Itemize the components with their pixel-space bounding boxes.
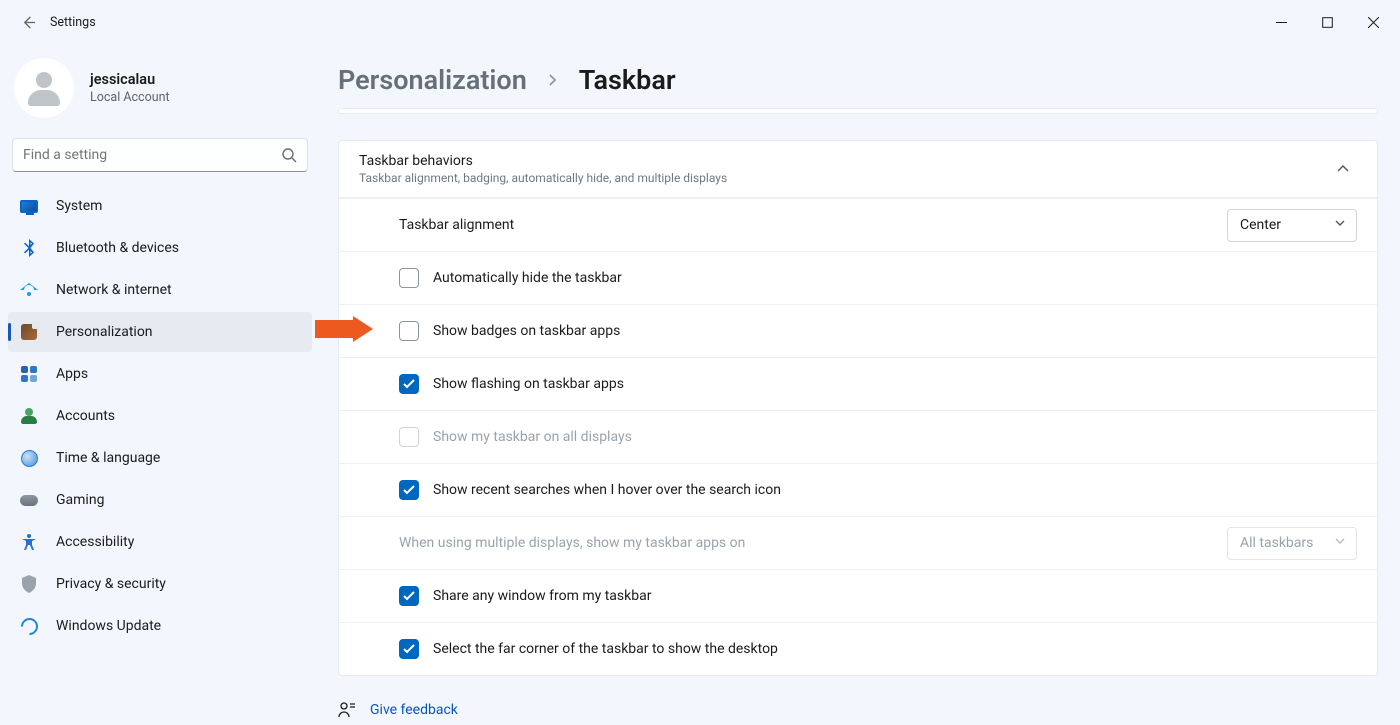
gaming-icon xyxy=(20,491,38,509)
profile-block[interactable]: jessicalau Local Account xyxy=(6,48,314,138)
row-show-taskbar-all-displays: Show my taskbar on all displays xyxy=(339,410,1377,463)
profile-text: jessicalau Local Account xyxy=(90,71,170,105)
update-icon xyxy=(20,617,38,635)
row-label: Show recent searches when I hover over t… xyxy=(433,482,781,498)
nav-item-personalization[interactable]: Personalization xyxy=(8,312,312,352)
collapsed-card-above xyxy=(338,108,1378,114)
checkbox[interactable] xyxy=(399,374,419,394)
shell: jessicalau Local Account System Blue xyxy=(0,44,1400,725)
nav-label: Personalization xyxy=(56,324,153,340)
breadcrumb: Personalization Taskbar xyxy=(338,64,1378,96)
nav-label: Time & language xyxy=(56,450,160,466)
nav-item-privacy[interactable]: Privacy & security xyxy=(8,564,312,604)
panel-subtitle: Taskbar alignment, badging, automaticall… xyxy=(359,171,727,185)
nav-item-gaming[interactable]: Gaming xyxy=(8,480,312,520)
nav-label: Accessibility xyxy=(56,534,134,550)
row-label: Automatically hide the taskbar xyxy=(433,270,622,286)
chevron-down-icon xyxy=(1334,217,1346,233)
nav-label: Apps xyxy=(56,366,88,382)
row-far-corner-show-desktop[interactable]: Select the far corner of the taskbar to … xyxy=(339,622,1377,675)
select-value: Center xyxy=(1240,217,1281,233)
back-button[interactable] xyxy=(20,14,36,30)
breadcrumb-current: Taskbar xyxy=(579,64,676,96)
nav-item-windows-update[interactable]: Windows Update xyxy=(8,606,312,646)
nav-label: System xyxy=(56,198,102,214)
row-label: Taskbar alignment xyxy=(399,217,514,233)
nav-label: Network & internet xyxy=(56,282,172,298)
search-wrap xyxy=(6,138,314,186)
minimize-button[interactable] xyxy=(1258,6,1304,38)
nav-item-system[interactable]: System xyxy=(8,186,312,226)
checkbox[interactable] xyxy=(399,639,419,659)
user-name: jessicalau xyxy=(90,71,170,88)
main-content: Personalization Taskbar Taskbar behavior… xyxy=(320,44,1400,725)
chevron-right-icon xyxy=(547,70,559,91)
search-input[interactable] xyxy=(23,147,281,163)
row-label: Show badges on taskbar apps xyxy=(433,323,620,339)
sidebar: jessicalau Local Account System Blue xyxy=(0,44,320,725)
alignment-select[interactable]: Center xyxy=(1227,209,1357,242)
nav-label: Accounts xyxy=(56,408,115,424)
select-value: All taskbars xyxy=(1240,535,1313,551)
checkbox[interactable] xyxy=(399,268,419,288)
nav-item-network[interactable]: Network & internet xyxy=(8,270,312,310)
feedback-link[interactable]: Give feedback xyxy=(370,702,458,718)
bluetooth-icon xyxy=(20,239,38,257)
nav-item-accounts[interactable]: Accounts xyxy=(8,396,312,436)
chevron-up-icon[interactable] xyxy=(1329,155,1357,183)
multidisplay-select: All taskbars xyxy=(1227,527,1357,560)
panel-title: Taskbar behaviors xyxy=(359,153,727,169)
row-taskbar-alignment: Taskbar alignment Center xyxy=(339,198,1377,251)
shield-icon xyxy=(20,575,38,593)
checkbox[interactable] xyxy=(399,586,419,606)
search-icon xyxy=(281,147,297,163)
system-icon xyxy=(20,197,38,215)
chevron-down-icon xyxy=(1334,535,1346,551)
feedback-icon xyxy=(338,701,356,719)
row-show-badges[interactable]: Show badges on taskbar apps xyxy=(339,304,1377,357)
app-title: Settings xyxy=(50,15,96,30)
panel-header-text: Taskbar behaviors Taskbar alignment, bad… xyxy=(359,153,727,185)
wifi-icon xyxy=(20,281,38,299)
row-label: Show my taskbar on all displays xyxy=(433,429,632,445)
maximize-button[interactable] xyxy=(1304,6,1350,38)
taskbar-behaviors-panel: Taskbar behaviors Taskbar alignment, bad… xyxy=(338,140,1378,676)
checkbox[interactable] xyxy=(399,480,419,500)
row-label: Select the far corner of the taskbar to … xyxy=(433,641,778,657)
nav-label: Windows Update xyxy=(56,618,161,634)
nav-item-time-language[interactable]: Time & language xyxy=(8,438,312,478)
titlebar-left: Settings xyxy=(4,14,96,30)
row-share-any-window[interactable]: Share any window from my taskbar xyxy=(339,569,1377,622)
panel-header[interactable]: Taskbar behaviors Taskbar alignment, bad… xyxy=(339,141,1377,198)
row-label: When using multiple displays, show my ta… xyxy=(399,535,745,551)
nav-item-bluetooth[interactable]: Bluetooth & devices xyxy=(8,228,312,268)
accessibility-icon xyxy=(20,533,38,551)
row-auto-hide-taskbar[interactable]: Automatically hide the taskbar xyxy=(339,251,1377,304)
nav-label: Privacy & security xyxy=(56,576,166,592)
avatar-icon xyxy=(14,58,74,118)
checkbox xyxy=(399,427,419,447)
titlebar: Settings xyxy=(0,0,1400,44)
time-icon xyxy=(20,449,38,467)
row-label: Share any window from my taskbar xyxy=(433,588,651,604)
row-show-flashing[interactable]: Show flashing on taskbar apps xyxy=(339,357,1377,410)
window-controls xyxy=(1258,6,1396,38)
row-label: Show flashing on taskbar apps xyxy=(433,376,624,392)
nav-item-accessibility[interactable]: Accessibility xyxy=(8,522,312,562)
nav-list: System Bluetooth & devices Network & int… xyxy=(6,186,314,646)
close-button[interactable] xyxy=(1350,6,1396,38)
accounts-icon xyxy=(20,407,38,425)
breadcrumb-parent[interactable]: Personalization xyxy=(338,64,527,96)
feedback-row[interactable]: Give feedback xyxy=(338,701,458,719)
apps-icon xyxy=(20,365,38,383)
personalization-icon xyxy=(20,323,38,341)
row-multidisplay-taskbar-apps: When using multiple displays, show my ta… xyxy=(339,516,1377,569)
row-show-recent-searches[interactable]: Show recent searches when I hover over t… xyxy=(339,463,1377,516)
checkbox[interactable] xyxy=(399,321,419,341)
nav-item-apps[interactable]: Apps xyxy=(8,354,312,394)
nav-label: Gaming xyxy=(56,492,104,508)
nav-label: Bluetooth & devices xyxy=(56,240,179,256)
search-box[interactable] xyxy=(12,138,308,172)
user-account-type: Local Account xyxy=(90,90,170,105)
